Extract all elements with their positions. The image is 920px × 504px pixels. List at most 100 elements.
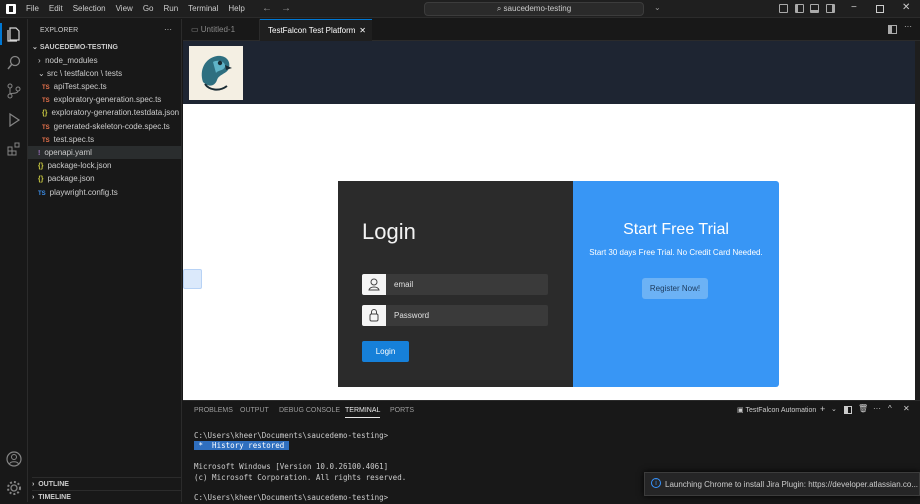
register-button[interactable]: Register Now! — [642, 278, 708, 299]
file-label: package-lock.json — [47, 161, 112, 170]
notification-text: Launching Chrome to install Jira Plugin:… — [665, 480, 919, 489]
explorer-icon[interactable] — [6, 26, 22, 42]
menu-go[interactable]: Go — [143, 4, 154, 13]
file-label: playwright.config.ts — [49, 188, 118, 197]
toggle-sidebar-icon[interactable] — [795, 4, 804, 13]
timeline-label: TIMELINE — [38, 494, 71, 501]
close-panel-icon[interactable]: ✕ — [903, 404, 910, 413]
more-actions-icon[interactable]: ··· — [904, 22, 912, 31]
timeline-section[interactable]: › TIMELINE — [32, 490, 182, 503]
file-item[interactable]: {} exploratory-generation.testdata.json — [42, 106, 179, 119]
file-label: generated-skeleton-code.spec.ts — [53, 122, 170, 131]
add-terminal-icon[interactable]: + — [820, 404, 825, 414]
folder-src[interactable]: ⌄ src \ testfalcon \ tests — [38, 67, 122, 80]
chevron-down-icon[interactable]: ⌄ — [831, 405, 837, 413]
activity-bar — [0, 19, 28, 502]
extensions-icon[interactable] — [6, 141, 22, 157]
info-icon: i — [651, 478, 661, 488]
login-title: Login — [362, 219, 416, 244]
project-name: SAUCEDEMO-TESTING — [39, 44, 118, 51]
password-field[interactable]: Password — [362, 305, 548, 326]
maximize-panel-icon[interactable]: ^ — [888, 404, 892, 413]
file-item[interactable]: TS playwright.config.ts — [38, 186, 118, 199]
layout-customize-icon[interactable] — [779, 4, 788, 13]
file-label: package.json — [47, 174, 95, 183]
menu-terminal[interactable]: Terminal — [188, 4, 218, 13]
menu-edit[interactable]: Edit — [49, 4, 63, 13]
close-window-icon[interactable]: ✕ — [902, 2, 910, 13]
split-terminal-icon[interactable] — [844, 406, 852, 414]
search-text: saucedemo-testing — [503, 4, 572, 13]
chevron-down-icon: ⌄ — [38, 69, 47, 78]
restore-icon[interactable] — [876, 5, 884, 13]
falcon-icon — [201, 55, 232, 91]
history-restored-marker: * History restored — [194, 441, 289, 450]
outline-section[interactable]: › OUTLINE — [32, 477, 182, 490]
yaml-file-icon: ! — [38, 150, 41, 157]
file-label: test.spec.ts — [53, 135, 95, 144]
menu-file[interactable]: File — [26, 4, 39, 13]
menu-help[interactable]: Help — [228, 4, 244, 13]
file-label: apiTest.spec.ts — [53, 82, 107, 91]
run-debug-icon[interactable] — [6, 112, 22, 128]
json-file-icon: {} — [38, 176, 44, 183]
floating-handle[interactable] — [183, 269, 202, 289]
toggle-panel-icon[interactable] — [810, 4, 819, 13]
explorer-sidebar: EXPLORER ··· ⌄ SAUCEDEMO-TESTING › node_… — [28, 19, 182, 502]
back-arrow-icon[interactable]: ← — [262, 3, 272, 14]
tab-output[interactable]: OUTPUT — [240, 407, 269, 414]
tab-problems[interactable]: PROBLEMS — [194, 407, 233, 414]
source-control-icon[interactable] — [6, 83, 22, 99]
login-button[interactable]: Login — [362, 341, 409, 362]
tab-untitled-1[interactable]: ▭ Untitled-1 — [183, 19, 260, 41]
email-field[interactable]: email — [362, 274, 548, 295]
toggle-secondary-sidebar-icon[interactable] — [826, 4, 835, 13]
file-item[interactable]: TS test.spec.ts — [42, 133, 94, 146]
close-tab-icon[interactable]: ✕ — [359, 20, 366, 42]
settings-gear-icon[interactable] — [6, 480, 22, 496]
chevron-down-icon[interactable]: ⌄ — [654, 3, 661, 12]
file-item[interactable]: TS apiTest.spec.ts — [42, 80, 107, 93]
trash-icon[interactable]: 🗑 — [858, 404, 868, 413]
project-root[interactable]: ⌄ SAUCEDEMO-TESTING — [32, 41, 118, 54]
forward-arrow-icon[interactable]: → — [281, 3, 291, 14]
tab-terminal[interactable]: TERMINAL — [345, 407, 381, 418]
tab-label: TestFalcon Test Platform — [268, 26, 356, 35]
split-editor-icon[interactable] — [888, 25, 897, 34]
account-icon[interactable] — [6, 451, 22, 467]
minimize-icon[interactable]: − — [851, 2, 857, 13]
trial-subtitle: Start 30 days Free Trial. No Credit Card… — [589, 248, 763, 257]
user-icon — [362, 274, 386, 295]
file-item[interactable]: ! openapi.yaml — [38, 146, 92, 159]
search-icon[interactable] — [6, 55, 22, 71]
file-item[interactable]: {} package.json — [38, 172, 95, 185]
more-actions-icon[interactable]: ··· — [873, 404, 881, 413]
scrollbar[interactable] — [915, 41, 920, 400]
trial-title: Start Free Trial — [623, 221, 729, 238]
file-item[interactable]: TS exploratory-generation.spec.ts — [42, 93, 161, 106]
file-item[interactable]: {} package-lock.json — [38, 159, 112, 172]
active-indicator — [0, 23, 2, 45]
terminal-selector[interactable]: ▣ TestFalcon Automation — [737, 406, 816, 414]
menu-view[interactable]: View — [116, 4, 133, 13]
terminal-line: Microsoft Windows [Version 10.0.26100.40… — [194, 462, 389, 471]
tab-testfalcon[interactable]: TestFalcon Test Platform ✕ — [260, 19, 372, 41]
typescript-file-icon: TS — [42, 85, 50, 91]
menu-selection[interactable]: Selection — [73, 4, 106, 13]
tab-debug-console[interactable]: DEBUG CONSOLE — [279, 407, 340, 414]
folder-label: src \ testfalcon \ tests — [46, 69, 123, 78]
more-actions-icon[interactable]: ··· — [164, 23, 172, 36]
terminal-prompt[interactable]: C:\Users\kheer\Documents\saucedemo-testi… — [194, 493, 388, 502]
command-center-search[interactable]: ⌕ saucedemo-testing — [424, 2, 644, 16]
tab-label: Untitled-1 — [200, 25, 236, 34]
json-file-icon: {} — [38, 163, 44, 170]
password-placeholder: Password — [394, 311, 430, 320]
tab-ports[interactable]: PORTS — [390, 407, 414, 414]
page-header-banner — [183, 41, 915, 104]
outline-label: OUTLINE — [38, 481, 69, 488]
menu-run[interactable]: Run — [163, 4, 178, 13]
folder-node-modules[interactable]: › node_modules — [38, 54, 98, 67]
file-item[interactable]: TS generated-skeleton-code.spec.ts — [42, 120, 170, 133]
notification-toast[interactable]: i Launching Chrome to install Jira Plugi… — [644, 472, 920, 496]
search-icon: ⌕ — [496, 4, 504, 13]
